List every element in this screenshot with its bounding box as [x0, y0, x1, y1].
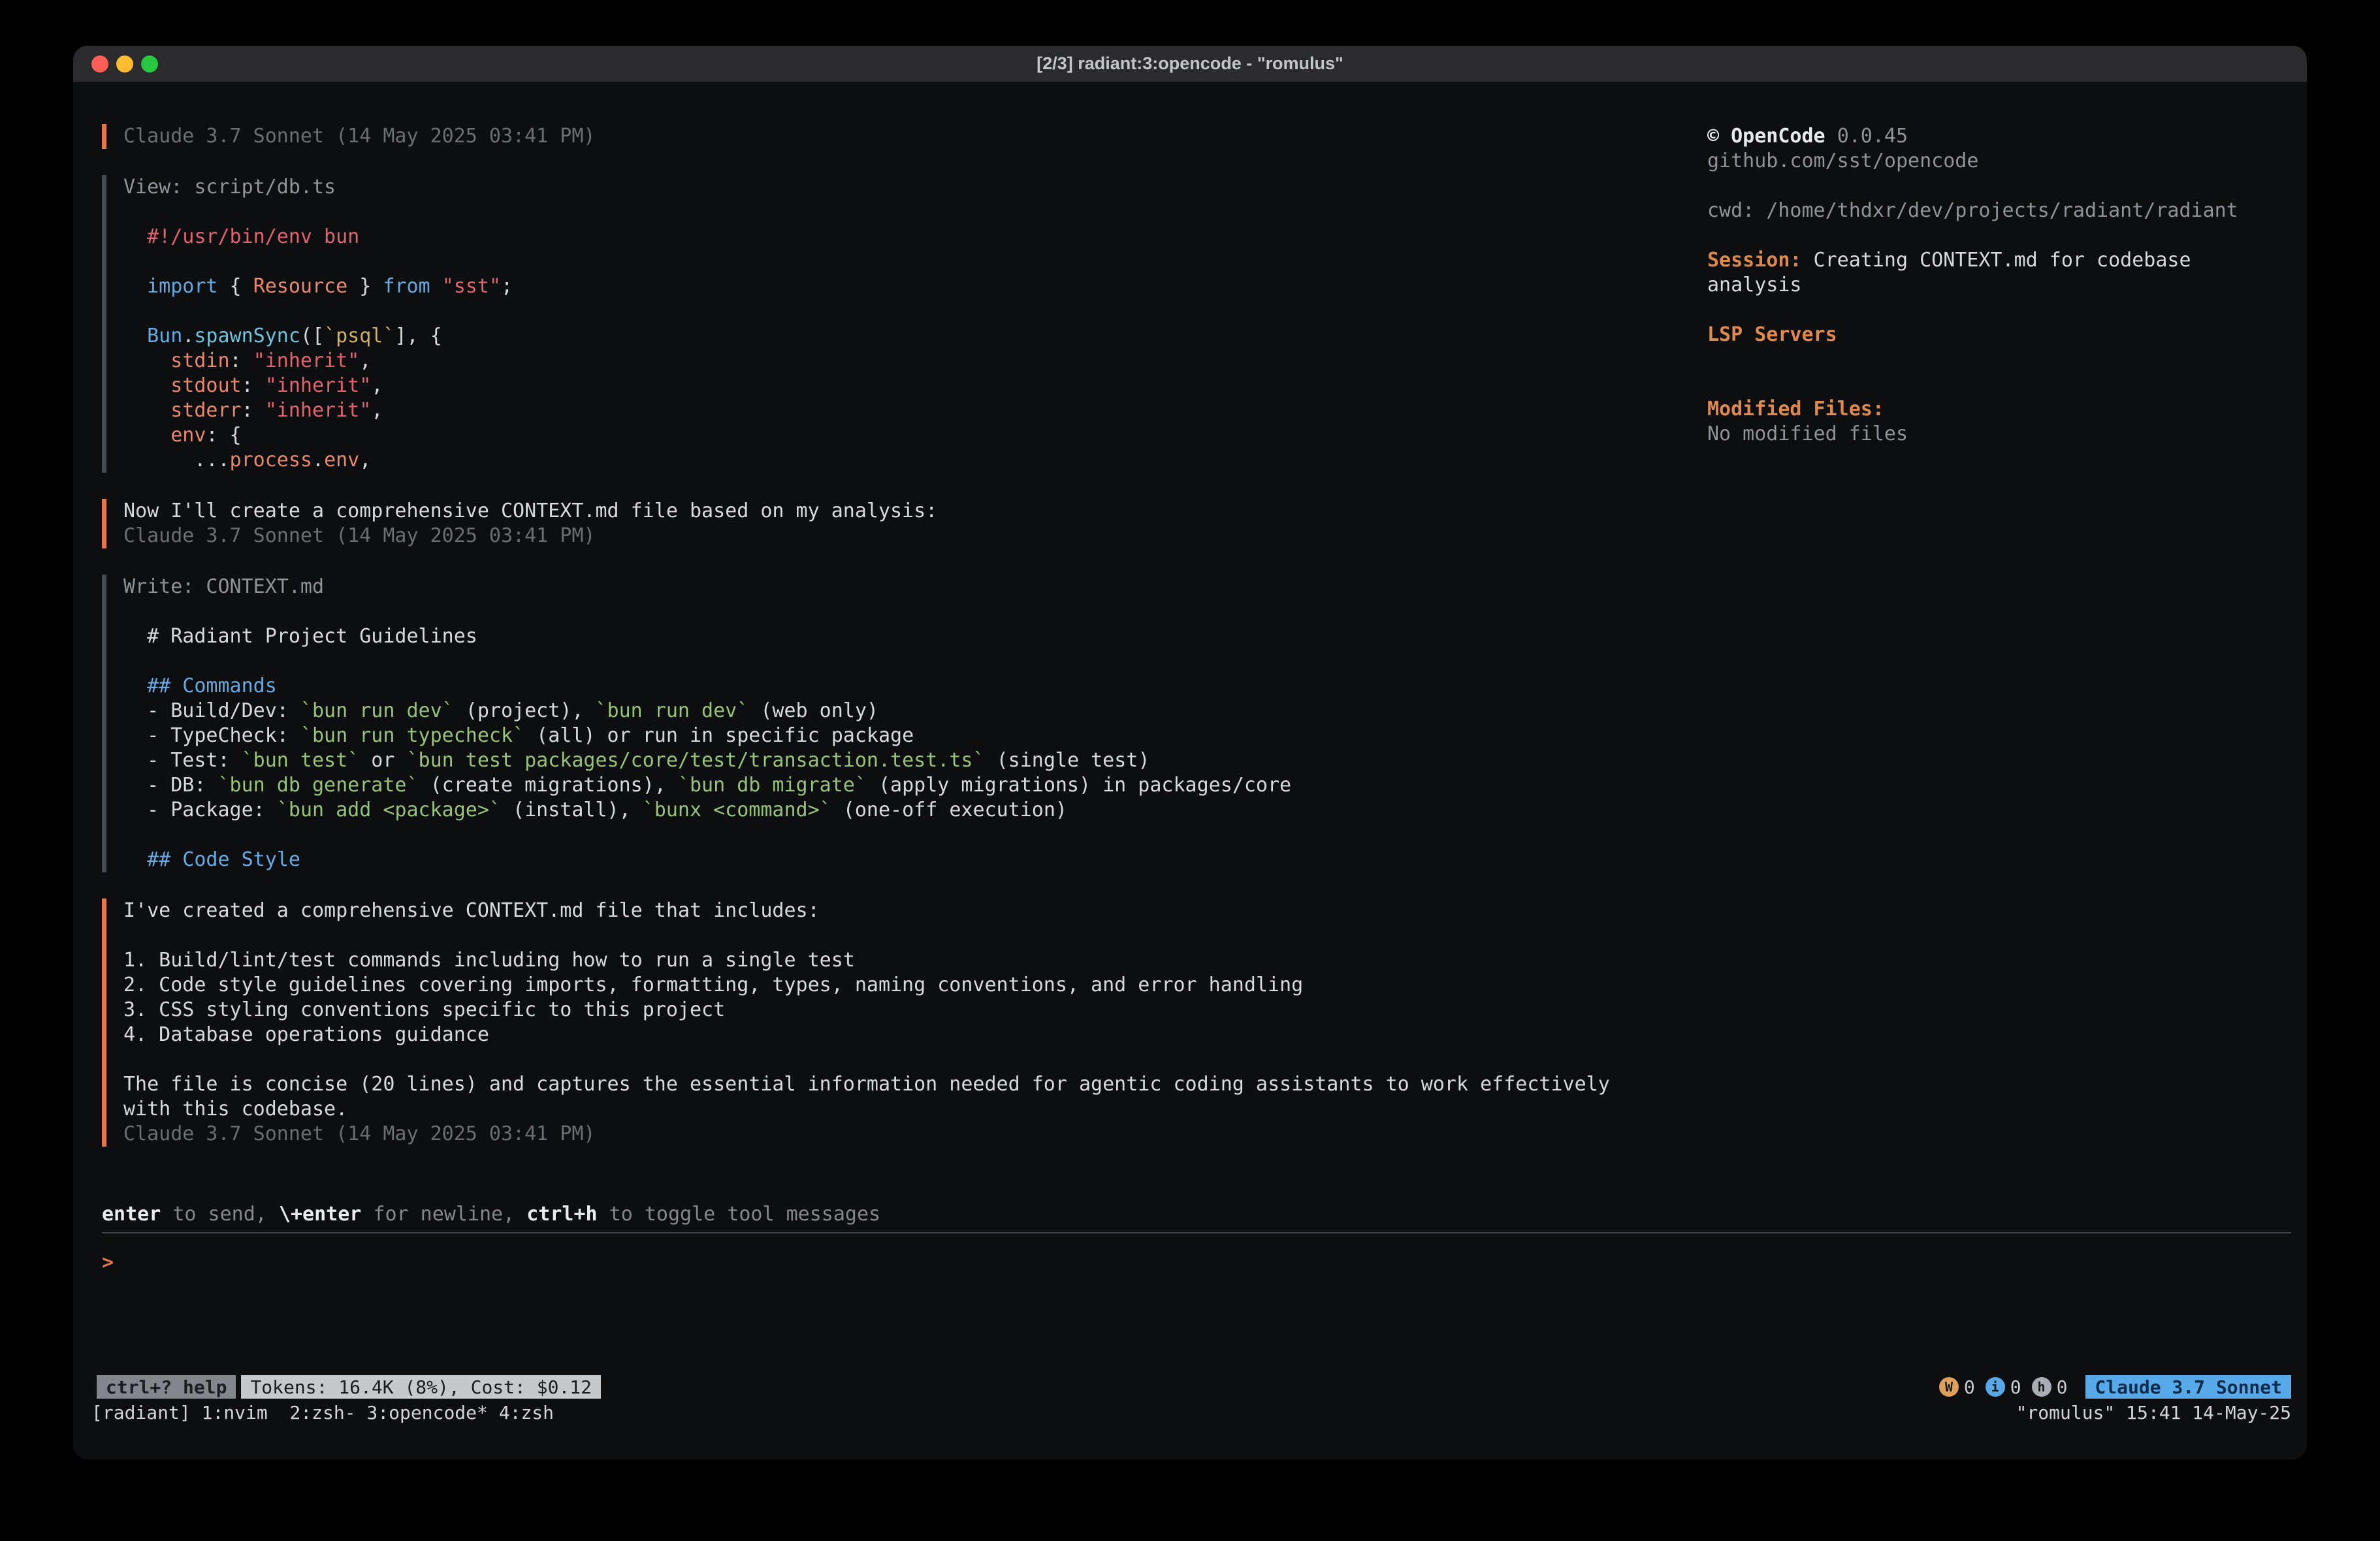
message-block: Claude 3.7 Sonnet (14 May 2025 03:41 PM) — [102, 124, 1676, 149]
text-line — [1707, 223, 2291, 248]
message-block: I've created a comprehensive CONTEXT.md … — [102, 898, 1676, 1147]
text-line: - DB: `bun db generate` (create migratio… — [123, 773, 1676, 798]
diagnostic-info-icon: i0 — [1986, 1376, 2021, 1398]
tmux-session-info: "romulus" 15:41 14-May-25 — [2016, 1402, 2291, 1423]
text-line: # Radiant Project Guidelines — [123, 624, 1676, 649]
diagnostic-hint-icon: h0 — [2032, 1376, 2068, 1398]
message-block: Now I'll create a comprehensive CONTEXT.… — [102, 499, 1676, 548]
text-line: enter to send, \+enter for newline, ctrl… — [102, 1202, 2291, 1227]
text-line: - TypeCheck: `bun run typecheck` (all) o… — [123, 723, 1676, 748]
text-line — [1707, 298, 2291, 323]
text-line — [1707, 372, 2291, 397]
text-line: Claude 3.7 Sonnet (14 May 2025 03:41 PM) — [123, 524, 1676, 548]
text-line: - Build/Dev: `bun run dev` (project), `b… — [123, 699, 1676, 723]
text-line: stdout: "inherit", — [123, 373, 1676, 398]
text-line: Claude 3.7 Sonnet (14 May 2025 03:41 PM) — [123, 124, 1676, 149]
text-line: Modified Files: — [1707, 397, 2291, 422]
text-line: Bun.spawnSync([`psql`], { — [123, 324, 1676, 349]
window-titlebar[interactable]: [2/3] radiant:3:opencode - "romulus" — [73, 46, 2307, 82]
tmux-window-list[interactable]: [radiant] 1:nvim 2:zsh- 3:opencode* 4:zs… — [91, 1402, 554, 1423]
text-line: Now I'll create a comprehensive CONTEXT.… — [123, 499, 1676, 524]
editor-area: enter to send, \+enter for newline, ctrl… — [102, 1202, 2291, 1275]
text-line: The file is concise (20 lines) and captu… — [123, 1072, 1676, 1097]
diagnostics: W0 i0 h0 — [1939, 1376, 2068, 1398]
tool-block: View: script/db.ts #!/usr/bin/env bun im… — [102, 175, 1676, 473]
diagnostic-warning-icon: W0 — [1939, 1376, 1975, 1398]
window-title: [2/3] radiant:3:opencode - "romulus" — [1037, 54, 1343, 74]
text-line — [1707, 347, 2291, 372]
text-line: I've created a comprehensive CONTEXT.md … — [123, 898, 1676, 923]
text-line: © OpenCode 0.0.45 — [1707, 124, 2291, 149]
close-window-button[interactable] — [91, 56, 108, 72]
traffic-lights — [91, 46, 158, 82]
text-line: ...process.env, — [123, 448, 1676, 473]
text-line: Write: CONTEXT.md — [123, 575, 1676, 599]
tool-block: Write: CONTEXT.md # Radiant Project Guid… — [102, 575, 1676, 872]
text-line — [123, 299, 1676, 324]
text-line: stdin: "inherit", — [123, 349, 1676, 373]
text-line: github.com/sst/opencode — [1707, 149, 2291, 174]
text-line: env: { — [123, 423, 1676, 448]
text-line: stderr: "inherit", — [123, 398, 1676, 423]
text-line — [123, 923, 1676, 948]
chat-area[interactable]: Claude 3.7 Sonnet (14 May 2025 03:41 PM)… — [102, 124, 1676, 1202]
text-line: ## Code Style — [123, 848, 1676, 872]
text-line: LSP Servers — [1707, 323, 2291, 347]
text-line: #!/usr/bin/env bun — [123, 225, 1676, 249]
text-line: - Package: `bun add <package>` (install)… — [123, 798, 1676, 823]
text-line — [123, 249, 1676, 274]
text-line: View: script/db.ts — [123, 175, 1676, 200]
text-line: import { Resource } from "sst"; — [123, 274, 1676, 299]
text-line: with this codebase. — [123, 1097, 1676, 1122]
editor-divider — [102, 1232, 2291, 1233]
text-line: No modified files — [1707, 422, 2291, 447]
text-line — [1707, 174, 2291, 199]
text-line: 3. CSS styling conventions specific to t… — [123, 998, 1676, 1023]
terminal-body: Claude 3.7 Sonnet (14 May 2025 03:41 PM)… — [73, 82, 2307, 1459]
model-badge[interactable]: Claude 3.7 Sonnet — [2085, 1375, 2291, 1399]
text-line: 2. Code style guidelines covering import… — [123, 973, 1676, 998]
text-line: - Test: `bun test` or `bun test packages… — [123, 748, 1676, 773]
terminal-window: [2/3] radiant:3:opencode - "romulus" Cla… — [73, 46, 2307, 1459]
text-line: 1. Build/lint/test commands including ho… — [123, 948, 1676, 973]
text-line — [123, 599, 1676, 624]
desktop-background: { "titlebar": { "title": "[2/3] radiant:… — [0, 0, 2380, 1541]
tokens-cost-badge: Tokens: 16.4K (8%), Cost: $0.12 — [241, 1375, 601, 1399]
zoom-window-button[interactable] — [141, 56, 158, 72]
help-shortcut-badge[interactable]: ctrl+? help — [97, 1375, 236, 1399]
text-line: cwd: /home/thdxr/dev/projects/radiant/ra… — [1707, 199, 2291, 223]
text-line — [123, 823, 1676, 848]
content-row: Claude 3.7 Sonnet (14 May 2025 03:41 PM)… — [102, 124, 2291, 1202]
text-line: Session: Creating CONTEXT.md for codebas… — [1707, 248, 2291, 273]
tmux-status-bar: [radiant] 1:nvim 2:zsh- 3:opencode* 4:zs… — [91, 1400, 2291, 1425]
status-bar: ctrl+? help Tokens: 16.4K (8%), Cost: $0… — [97, 1375, 2291, 1399]
text-line — [123, 649, 1676, 674]
sidebar: © OpenCode 0.0.45github.com/sst/opencode… — [1676, 124, 2291, 1202]
text-line: analysis — [1707, 273, 2291, 298]
editor-help: enter to send, \+enter for newline, ctrl… — [102, 1202, 2291, 1227]
prompt-symbol: > — [102, 1251, 114, 1274]
text-line: Claude 3.7 Sonnet (14 May 2025 03:41 PM) — [123, 1122, 1676, 1147]
text-line — [123, 200, 1676, 225]
text-line: 4. Database operations guidance — [123, 1023, 1676, 1047]
prompt-input[interactable]: > — [102, 1250, 2291, 1275]
text-line: ## Commands — [123, 674, 1676, 699]
text-line — [123, 1047, 1676, 1072]
minimize-window-button[interactable] — [116, 56, 133, 72]
